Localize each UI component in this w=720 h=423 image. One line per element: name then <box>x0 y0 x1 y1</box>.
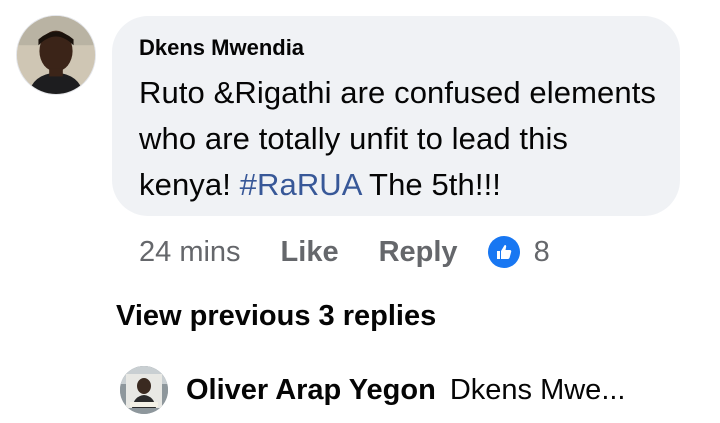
thumbs-up-icon <box>487 236 520 268</box>
comment-timestamp[interactable]: 24 mins <box>139 236 241 269</box>
comment-text: Ruto &Rigathi are confused elements who … <box>139 70 656 208</box>
reply-avatar[interactable] <box>120 366 168 414</box>
avatar[interactable] <box>16 15 96 95</box>
comment-text-part: The 5th!!! <box>360 167 501 202</box>
reaction-count: 8 <box>533 235 550 268</box>
reply-profile-photo <box>120 366 168 414</box>
like-button[interactable]: Like <box>281 236 339 269</box>
hashtag-link[interactable]: #RaRUA <box>240 167 361 202</box>
reply-preview[interactable]: Oliver Arap Yegon Dkens Mwe... <box>186 370 686 410</box>
comment-actions: 24 mins Like Reply 8 <box>139 232 550 272</box>
reply-snippet: Dkens Mwe... <box>449 374 626 406</box>
comment-bubble: Dkens Mwendia Ruto &Rigathi are confused… <box>112 16 680 216</box>
comment-thread: Dkens Mwendia Ruto &Rigathi are confused… <box>0 0 720 423</box>
reply-author[interactable]: Oliver Arap Yegon <box>186 374 436 406</box>
comment-author[interactable]: Dkens Mwendia <box>139 34 656 62</box>
profile-photo <box>17 16 95 94</box>
reply-button[interactable]: Reply <box>379 236 458 269</box>
reaction-summary[interactable]: 8 <box>487 235 550 269</box>
view-previous-replies-link[interactable]: View previous 3 replies <box>116 300 436 333</box>
